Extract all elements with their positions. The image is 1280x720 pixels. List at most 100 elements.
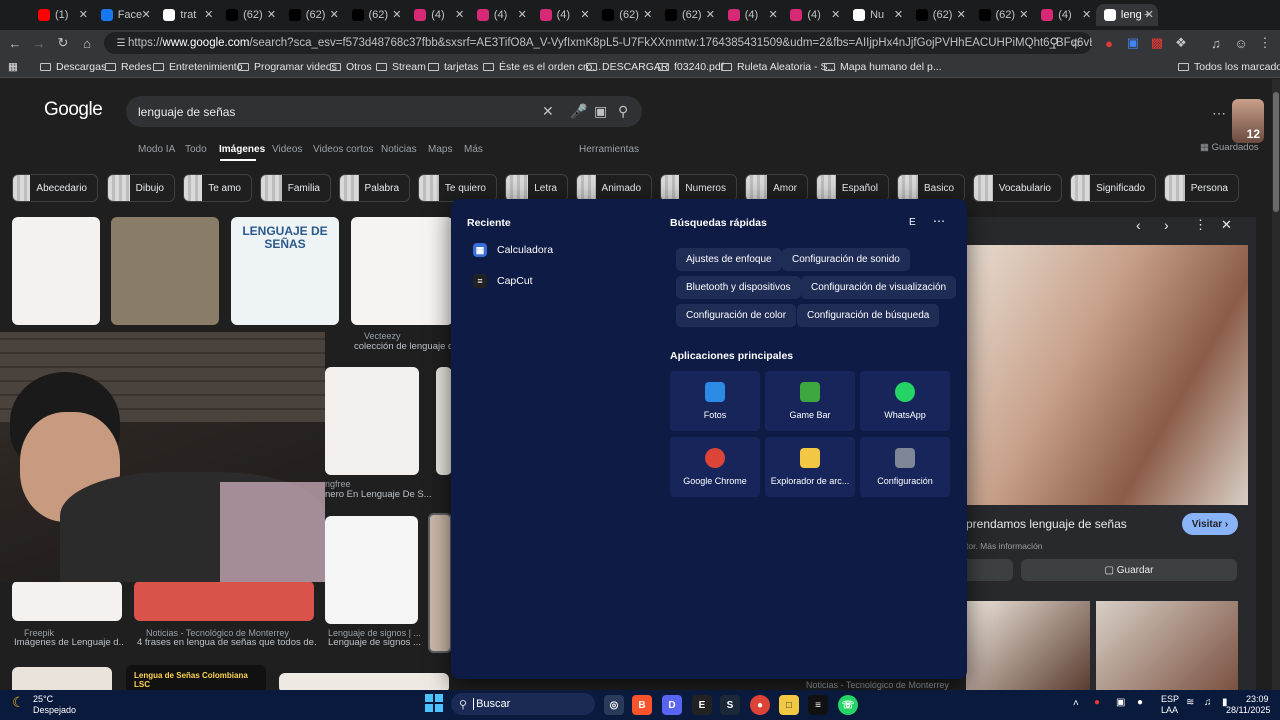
nav-tab[interactable]: Videos cortos [313, 144, 373, 155]
apps-grid-icon[interactable]: ▦ [8, 59, 18, 75]
pinned-app[interactable]: Configuración [860, 437, 950, 497]
close-tab-icon[interactable]: ✕ [79, 8, 88, 21]
pinned-app[interactable]: Fotos [670, 371, 760, 431]
bookmark-item[interactable]: f03240.pdf [658, 59, 724, 75]
filter-chip[interactable]: Persona [1164, 174, 1239, 202]
preview-image[interactable] [966, 245, 1248, 505]
quick-search-chip[interactable]: Configuración de color [676, 304, 797, 327]
more-options-icon[interactable]: ⋯ [933, 214, 945, 228]
visit-button[interactable]: Visitar › [1182, 513, 1238, 535]
close-tab-icon[interactable]: ✕ [518, 8, 527, 21]
next-arrow-icon[interactable]: › [1164, 217, 1169, 233]
quick-search-chip[interactable]: Configuración de búsqueda [797, 304, 940, 327]
image-result-signs-chart[interactable] [325, 516, 418, 624]
windows-start-icon[interactable] [425, 694, 443, 712]
home-icon[interactable]: ⌂ [78, 34, 96, 52]
close-tab-icon[interactable]: ✕ [455, 8, 464, 21]
tray-overflow-icon[interactable]: ˄ [1073, 698, 1079, 709]
bookmark-item[interactable]: Mapa humano del p... [824, 59, 942, 75]
close-tab-icon[interactable]: ✕ [141, 8, 150, 21]
taskbar-search[interactable]: ⚲ Buscar [451, 693, 595, 715]
profile-icon[interactable]: ☺ [1232, 34, 1250, 52]
address-bar[interactable]: https://www.google.com/search?sca_esv=f5… [104, 32, 1092, 54]
browser-tab[interactable]: Face ✕ [93, 4, 155, 26]
quick-search-chip[interactable]: Configuración de visualización [801, 276, 957, 299]
tray-monitor-icon[interactable]: ▣ [1116, 697, 1125, 708]
share-button[interactable] [966, 559, 1013, 581]
weather-icon[interactable]: ☾ [12, 694, 25, 711]
google-logo[interactable]: Google [44, 99, 103, 121]
browser-tab[interactable]: (4) ✕ [406, 4, 468, 26]
preview-title[interactable]: prendamos lenguaje de señas [966, 517, 1127, 531]
browser-tab[interactable]: (4) ✕ [469, 4, 531, 26]
search-icon[interactable]: ⚲ [618, 103, 628, 120]
filter-chip[interactable]: Numeros [660, 174, 737, 202]
filter-chip[interactable]: Te quiero [418, 174, 497, 202]
image-result-selected[interactable] [428, 513, 452, 653]
image-result-numbers[interactable] [325, 367, 419, 475]
taskbar-brave-icon[interactable]: B [632, 695, 652, 715]
image-result-alphabet[interactable] [351, 217, 453, 325]
quick-search-chip[interactable]: Ajustes de enfoque [676, 248, 782, 271]
close-tab-icon[interactable]: ✕ [1019, 8, 1028, 21]
result-title[interactable]: nero En Lenguaje De S... [325, 489, 449, 500]
recent-app[interactable]: ▦ Calculadora [473, 243, 553, 257]
bookmark-item[interactable]: Otros [330, 59, 372, 75]
weather-temp[interactable]: 25°C [33, 694, 53, 704]
browser-tab[interactable]: (62) ✕ [657, 4, 719, 26]
preview-info[interactable]: tor. Más información [966, 541, 1043, 551]
media-icon[interactable]: ♫ [1207, 34, 1225, 52]
taskbar-capcut-icon[interactable]: ≡ [808, 695, 828, 715]
recent-app[interactable]: ≡ CapCut [473, 274, 533, 288]
pinned-app[interactable]: Game Bar [765, 371, 855, 431]
bookmark-item[interactable]: Programar videos [238, 59, 337, 75]
nav-tab[interactable]: Herramientas [579, 144, 639, 155]
filter-chip[interactable]: Dibujo [107, 174, 175, 202]
filter-chip[interactable]: Te amo [183, 174, 252, 202]
avatar[interactable]: 12 [1232, 99, 1264, 143]
close-tab-icon[interactable]: ✕ [957, 8, 966, 21]
image-result-lsc[interactable]: Lengua de Señas Colombiana LSC [126, 665, 266, 690]
lens-icon[interactable]: ▣ [594, 103, 607, 120]
back-icon[interactable]: ← [6, 34, 24, 52]
close-tab-icon[interactable]: ✕ [1082, 8, 1091, 21]
volume-icon[interactable]: ♫ [1204, 697, 1212, 708]
browser-tab[interactable]: (4) ✕ [532, 4, 594, 26]
nav-tab[interactable]: Noticias [381, 144, 417, 155]
browser-tab[interactable]: trat ✕ [155, 4, 217, 26]
language-code[interactable]: ESP [1161, 694, 1179, 704]
taskbar-whatsapp-icon[interactable]: ☏ [838, 695, 858, 715]
more-options-icon[interactable]: ⋮ [1194, 217, 1207, 233]
clock-time[interactable]: 23:09 [1246, 694, 1269, 704]
bookmark-item[interactable]: Stream [376, 59, 426, 75]
bookmark-item[interactable]: Redes [105, 59, 151, 75]
image-result-bottom-1[interactable] [12, 667, 112, 690]
result-title[interactable]: Lenguaje de signos ... [328, 637, 422, 648]
filter-chip[interactable]: Español [816, 174, 889, 202]
wifi-icon[interactable]: ≋ [1186, 697, 1194, 708]
close-tab-icon[interactable]: ✕ [831, 8, 840, 21]
pinned-app[interactable]: WhatsApp [860, 371, 950, 431]
browser-tab[interactable]: (62) ✕ [971, 4, 1033, 26]
filter-chip[interactable]: Palabra [339, 174, 410, 202]
image-result-abecedario[interactable] [12, 217, 100, 325]
extension-red-icon[interactable]: ● [1100, 34, 1118, 52]
filter-chip[interactable]: Amor [745, 174, 808, 202]
taskbar-epic-icon[interactable]: E [692, 695, 712, 715]
result-title[interactable]: 4 frases en lengua de señas que todos de… [137, 637, 317, 648]
filter-chip[interactable]: Vocabulario [973, 174, 1062, 202]
bookmark-item[interactable]: Ruleta Aleatoria - S... [721, 59, 836, 75]
browser-tab[interactable]: (62) ✕ [594, 4, 656, 26]
bookmark-star-icon[interactable]: ☆ [1067, 34, 1085, 52]
image-result-freepik[interactable] [12, 581, 122, 621]
taskbar-discord-icon[interactable]: D [662, 695, 682, 715]
browser-tab[interactable]: (4) ✕ [782, 4, 844, 26]
taskbar-chrome-icon[interactable]: ● [750, 695, 770, 715]
nav-tab[interactable]: Maps [428, 144, 452, 155]
bookmark-item[interactable]: Entretenimiento [153, 59, 243, 75]
google-apps-icon[interactable]: ⋯ [1212, 105, 1226, 122]
site-info-icon[interactable]: ☰ [112, 34, 130, 52]
browser-tab[interactable]: (62) ✕ [908, 4, 970, 26]
scrollbar-thumb[interactable] [1273, 92, 1279, 212]
close-tab-icon[interactable]: ✕ [643, 8, 652, 21]
